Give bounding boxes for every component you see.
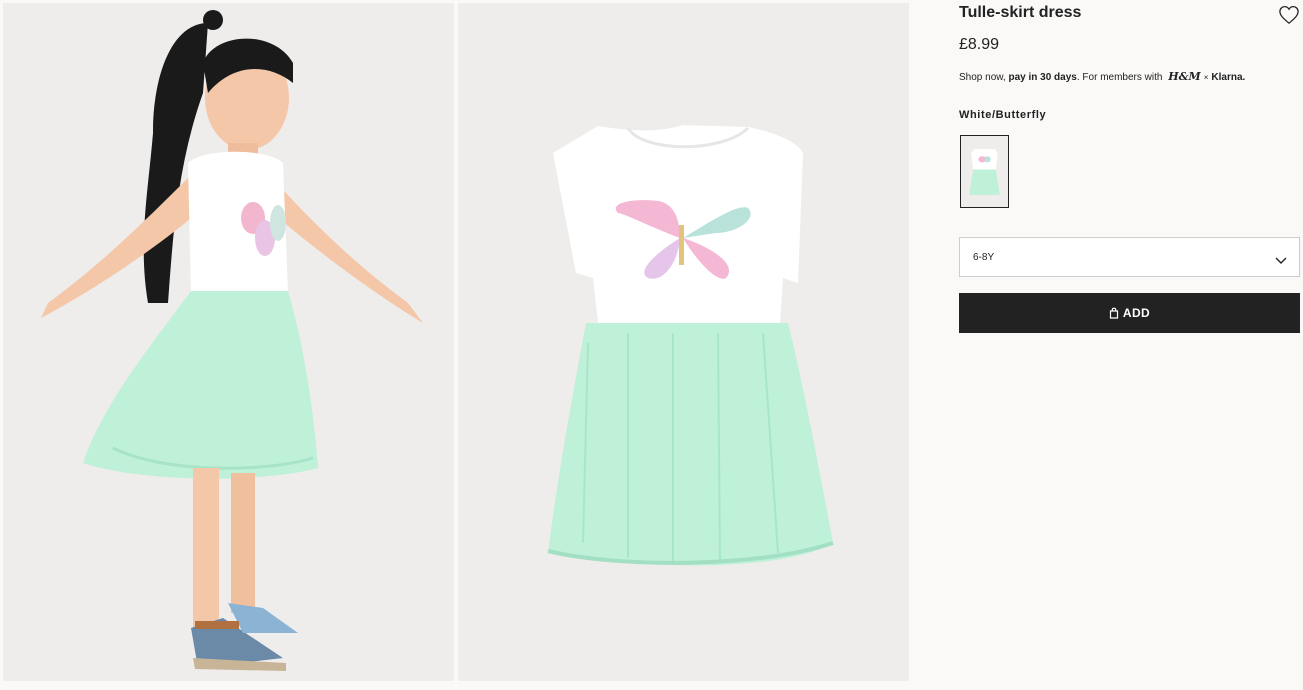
shopping-bag-icon bbox=[1109, 307, 1119, 319]
klarna-emphasis: pay in 30 days bbox=[1008, 72, 1077, 83]
klarna-prefix: Shop now, bbox=[959, 72, 1009, 83]
colour-name: White/Butterfly bbox=[959, 109, 1047, 121]
klarna-message: Shop now, pay in 30 days. For members wi… bbox=[959, 70, 1245, 83]
selected-size: 6-8Y bbox=[973, 252, 995, 263]
heart-outline-icon[interactable] bbox=[1278, 5, 1300, 25]
hm-logo: H&M bbox=[1168, 70, 1201, 83]
product-price: £8.99 bbox=[959, 36, 1000, 53]
klarna-times: × bbox=[1203, 73, 1209, 82]
add-button-label: ADD bbox=[1122, 306, 1151, 320]
product-image-model[interactable] bbox=[3, 3, 454, 681]
chevron-down-icon bbox=[1275, 252, 1287, 264]
product-title: Tulle-skirt dress bbox=[959, 4, 1082, 21]
klarna-middle: . For members with bbox=[1076, 72, 1166, 83]
product-image-flat[interactable] bbox=[458, 3, 909, 681]
product-page: Tulle-skirt dress £8.99 Shop now, pay in… bbox=[0, 0, 1303, 690]
product-details-panel: Tulle-skirt dress £8.99 Shop now, pay in… bbox=[959, 0, 1301, 690]
size-dropdown[interactable]: 6-8Y bbox=[959, 237, 1300, 277]
klarna-logo: Klarna. bbox=[1211, 72, 1246, 83]
add-to-bag-button[interactable]: ADD bbox=[959, 293, 1300, 333]
colour-swatch-white-butterfly[interactable] bbox=[960, 135, 1009, 208]
